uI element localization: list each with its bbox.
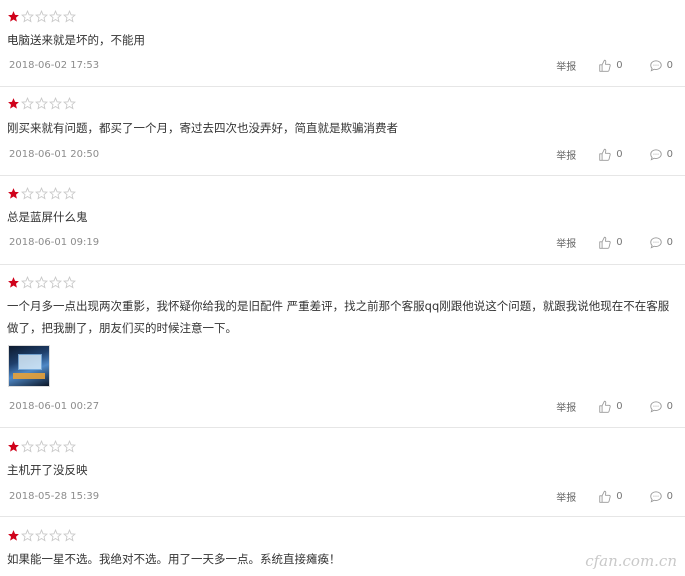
thumbs-up-icon — [598, 490, 612, 504]
star-empty-icon — [35, 276, 48, 289]
star-rating — [7, 529, 76, 542]
star-rating — [7, 97, 76, 110]
comment-button[interactable]: 0 — [649, 236, 673, 250]
star-empty-icon — [35, 97, 48, 110]
review-date: 2018-06-01 09:19 — [9, 237, 100, 248]
review-item: 电脑送来就是坏的，不能用 2018-06-02 17:53 举报 0 0 — [0, 0, 685, 87]
star-empty-icon — [21, 97, 34, 110]
review-photo-thumbnail[interactable] — [8, 345, 50, 387]
comment-button[interactable]: 0 — [649, 59, 673, 73]
thumbs-up-icon — [598, 148, 612, 162]
comment-count: 0 — [666, 491, 673, 502]
star-filled-icon — [7, 440, 20, 453]
like-count: 0 — [616, 491, 623, 502]
review-date: 2018-05-28 15:39 — [9, 491, 100, 502]
star-rating — [7, 187, 76, 200]
star-empty-icon — [63, 529, 76, 542]
review-actions: 举报 0 0 — [556, 147, 673, 162]
like-button[interactable]: 0 — [598, 236, 623, 250]
star-empty-icon — [21, 440, 34, 453]
comment-count: 0 — [666, 401, 673, 412]
star-rating — [7, 276, 76, 289]
comment-bubble-icon — [649, 400, 663, 414]
star-filled-icon — [7, 187, 20, 200]
review-item: 主机开了没反映 2018-05-28 15:39 举报 0 0 — [0, 428, 685, 517]
review-actions: 举报 0 0 — [556, 489, 673, 504]
comment-bubble-icon — [649, 490, 663, 504]
star-empty-icon — [49, 529, 62, 542]
review-actions: 举报 0 0 — [556, 399, 673, 414]
comment-button[interactable]: 0 — [649, 400, 673, 414]
star-empty-icon — [63, 10, 76, 23]
review-item: 如果能一星不选。我绝对不选。用了一天多一点。系统直接瘫痪！ — [0, 517, 685, 576]
comment-button[interactable]: 0 — [649, 148, 673, 162]
like-count: 0 — [616, 149, 623, 160]
star-filled-icon — [7, 97, 20, 110]
star-empty-icon — [35, 187, 48, 200]
like-count: 0 — [616, 237, 623, 248]
thumbs-up-icon — [598, 59, 612, 73]
star-empty-icon — [49, 187, 62, 200]
comment-bubble-icon — [649, 148, 663, 162]
star-empty-icon — [63, 187, 76, 200]
comment-count: 0 — [666, 60, 673, 71]
review-item: 总是蓝屏什么鬼 2018-06-01 09:19 举报 0 0 — [0, 176, 685, 265]
report-button[interactable]: 举报 — [556, 235, 576, 250]
star-empty-icon — [49, 276, 62, 289]
photo-base-shape — [13, 373, 45, 379]
thumbs-up-icon — [598, 236, 612, 250]
photo-screen-shape — [18, 354, 42, 370]
review-text: 总是蓝屏什么鬼 — [7, 210, 88, 224]
star-empty-icon — [21, 276, 34, 289]
star-empty-icon — [49, 97, 62, 110]
review-date: 2018-06-01 20:50 — [9, 149, 100, 160]
star-empty-icon — [35, 440, 48, 453]
star-rating — [7, 10, 76, 23]
review-date: 2018-06-02 17:53 — [9, 60, 100, 71]
like-button[interactable]: 0 — [598, 400, 623, 414]
star-filled-icon — [7, 276, 20, 289]
like-button[interactable]: 0 — [598, 59, 623, 73]
review-item: 刚买来就有问题，都买了一个月，寄过去四次也没弄好，简直就是欺骗消费者 2018-… — [0, 87, 685, 176]
review-actions: 举报 0 0 — [556, 58, 673, 73]
review-text: 电脑送来就是坏的，不能用 — [7, 33, 145, 47]
comment-count: 0 — [666, 237, 673, 248]
star-empty-icon — [21, 187, 34, 200]
review-date: 2018-06-01 00:27 — [9, 401, 100, 412]
comment-bubble-icon — [649, 236, 663, 250]
star-rating — [7, 440, 76, 453]
star-empty-icon — [49, 440, 62, 453]
star-empty-icon — [63, 97, 76, 110]
comment-count: 0 — [666, 149, 673, 160]
site-watermark: cfan.com.cn — [585, 552, 677, 570]
like-button[interactable]: 0 — [598, 148, 623, 162]
report-button[interactable]: 举报 — [556, 58, 576, 73]
report-button[interactable]: 举报 — [556, 489, 576, 504]
like-button[interactable]: 0 — [598, 490, 623, 504]
star-empty-icon — [35, 10, 48, 23]
thumbs-up-icon — [598, 400, 612, 414]
star-filled-icon — [7, 529, 20, 542]
comment-button[interactable]: 0 — [649, 490, 673, 504]
comment-bubble-icon — [649, 59, 663, 73]
review-text: 一个月多一点出现两次重影，我怀疑你给我的是旧配件 严重差评，找之前那个客服qq刚… — [7, 299, 670, 335]
like-count: 0 — [616, 60, 623, 71]
star-empty-icon — [63, 276, 76, 289]
star-empty-icon — [21, 10, 34, 23]
review-text: 主机开了没反映 — [7, 463, 88, 477]
star-empty-icon — [21, 529, 34, 542]
report-button[interactable]: 举报 — [556, 147, 576, 162]
star-filled-icon — [7, 10, 20, 23]
report-button[interactable]: 举报 — [556, 399, 576, 414]
review-text: 刚买来就有问题，都买了一个月，寄过去四次也没弄好，简直就是欺骗消费者 — [7, 121, 398, 135]
star-empty-icon — [63, 440, 76, 453]
review-text: 如果能一星不选。我绝对不选。用了一天多一点。系统直接瘫痪！ — [7, 552, 341, 566]
star-empty-icon — [35, 529, 48, 542]
review-actions: 举报 0 0 — [556, 235, 673, 250]
star-empty-icon — [49, 10, 62, 23]
review-item: 一个月多一点出现两次重影，我怀疑你给我的是旧配件 严重差评，找之前那个客服qq刚… — [0, 265, 685, 428]
like-count: 0 — [616, 401, 623, 412]
